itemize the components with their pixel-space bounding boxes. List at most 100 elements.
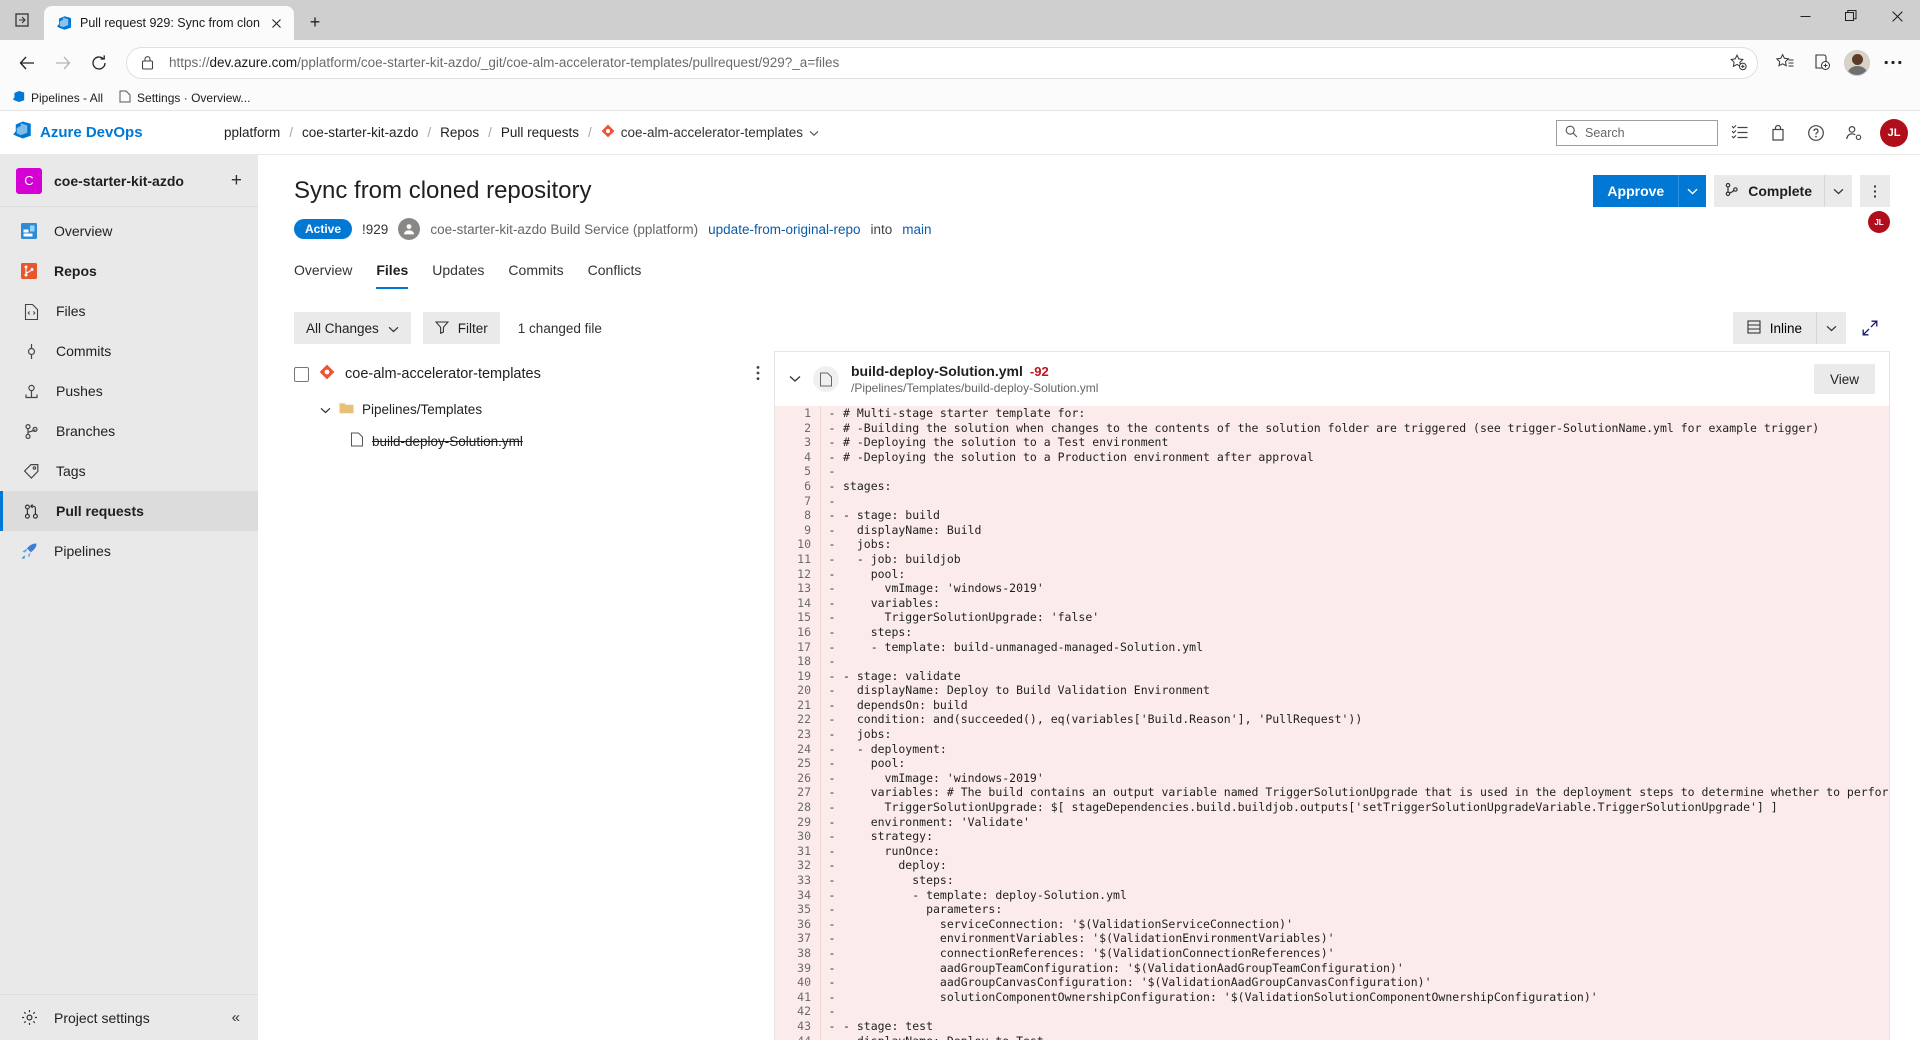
approve-chevron-down-icon[interactable]: [1678, 175, 1706, 207]
marketplace-bag-icon[interactable]: [1762, 117, 1794, 149]
file-tree-more-icon[interactable]: [756, 365, 774, 384]
add-new-icon[interactable]: +: [231, 170, 242, 192]
sidebar-item-overview[interactable]: Overview: [0, 211, 258, 251]
diff-line-marker: -: [821, 756, 843, 771]
diff-line-marker: -: [821, 888, 843, 903]
bookmark-settings-overview[interactable]: Settings · Overview...: [119, 90, 250, 106]
view-mode-selector[interactable]: Inline: [1733, 312, 1846, 344]
diff-line-code: environmentVariables: '$(ValidationEnvir…: [843, 931, 1889, 946]
user-settings-icon[interactable]: [1838, 117, 1870, 149]
diff-file-info: build-deploy-Solution.yml -92 /Pipelines…: [851, 363, 1098, 395]
filter-button[interactable]: Filter: [423, 312, 500, 344]
diff-line-marker: -: [821, 435, 843, 450]
boards-list-icon[interactable]: [1724, 117, 1756, 149]
new-tab-button[interactable]: +: [300, 7, 330, 37]
diff-line-marker: -: [821, 494, 843, 509]
reviewer-avatar[interactable]: JL: [1868, 211, 1890, 233]
project-avatar: C: [16, 168, 42, 194]
source-branch-link[interactable]: update-from-original-repo: [708, 222, 860, 237]
chevron-down-icon[interactable]: [320, 402, 331, 417]
file-tree-folder-label: Pipelines/Templates: [362, 402, 482, 417]
sidebar-item-branches[interactable]: Branches: [0, 411, 258, 451]
collapse-sidebar-icon[interactable]: «: [232, 1009, 240, 1026]
address-bar[interactable]: https://dev.azure.com/pplatform/coe-star…: [126, 47, 1758, 79]
sidebar-item-pushes[interactable]: Pushes: [0, 371, 258, 411]
help-question-icon[interactable]: [1800, 117, 1832, 149]
changed-file-count: 1 changed file: [518, 321, 602, 336]
tab-overview[interactable]: Overview: [294, 262, 352, 289]
diff-line-marker: -: [821, 1019, 843, 1034]
diff-line-marker: -: [821, 771, 843, 786]
sidebar-item-commits[interactable]: Commits: [0, 331, 258, 371]
add-favorite-icon[interactable]: [1725, 54, 1751, 71]
bookmark-pipelines-all[interactable]: Pipelines - All: [12, 90, 103, 106]
chevron-down-icon[interactable]: [809, 125, 819, 140]
diff-line: 30- strategy:: [775, 829, 1889, 844]
diff-line: 9- displayName: Build: [775, 523, 1889, 538]
diff-line: 44- displayName: Deploy to Test: [775, 1034, 1889, 1040]
sidebar-item-files[interactable]: Files: [0, 291, 258, 331]
diff-line-number: 44: [775, 1034, 821, 1040]
project-selector[interactable]: C coe-starter-kit-azdo +: [0, 155, 258, 207]
window-maximize-button[interactable]: [1828, 0, 1874, 32]
tab-updates[interactable]: Updates: [432, 262, 484, 289]
diff-line-number: 13: [775, 581, 821, 596]
breadcrumb-repository[interactable]: coe-alm-accelerator-templates: [601, 124, 819, 141]
forward-button[interactable]: [46, 46, 80, 80]
collections-icon[interactable]: [1804, 46, 1838, 80]
tab-conflicts[interactable]: Conflicts: [588, 262, 642, 289]
diff-code-area[interactable]: 1-# Multi-stage starter template for:2-#…: [775, 406, 1889, 1040]
favorites-icon[interactable]: [1768, 46, 1802, 80]
window-minimize-button[interactable]: [1782, 0, 1828, 32]
user-avatar[interactable]: JL: [1880, 119, 1908, 147]
complete-chevron-down-icon[interactable]: [1824, 175, 1852, 207]
target-branch-link[interactable]: main: [902, 222, 931, 237]
diff-line-code: variables: # The build contains an outpu…: [843, 785, 1889, 800]
project-settings-label[interactable]: Project settings: [54, 1010, 150, 1026]
back-button[interactable]: [10, 46, 44, 80]
tab-files[interactable]: Files: [376, 262, 408, 289]
file-tree-root[interactable]: coe-alm-accelerator-templates: [294, 359, 774, 389]
diff-line-number: 4: [775, 450, 821, 465]
sidebar-item-pipelines[interactable]: Pipelines: [0, 531, 258, 571]
tab-search-icon[interactable]: [0, 0, 44, 40]
search-input[interactable]: Search: [1556, 120, 1718, 146]
breadcrumb-repos[interactable]: Repos: [440, 125, 479, 140]
project-name: coe-starter-kit-azdo: [54, 173, 219, 189]
bookmark-label: Settings · Overview...: [137, 91, 250, 105]
diff-deletions-count: -92: [1030, 364, 1049, 379]
diff-line-marker: -: [821, 917, 843, 932]
sidebar-item-repos[interactable]: Repos: [0, 251, 258, 291]
approve-button[interactable]: Approve: [1593, 175, 1706, 207]
browser-settings-more-icon[interactable]: [1876, 46, 1910, 80]
browser-profile-avatar[interactable]: [1840, 46, 1874, 80]
diff-line-marker: -: [821, 990, 843, 1005]
complete-button[interactable]: Complete: [1714, 175, 1852, 207]
sidebar-item-pull-requests[interactable]: Pull requests: [0, 491, 258, 531]
azure-devops-logo[interactable]: Azure DevOps: [12, 120, 224, 145]
collapse-diff-chevron-down-icon[interactable]: [789, 372, 801, 386]
breadcrumb-pull-requests[interactable]: Pull requests: [501, 125, 579, 140]
browser-tab[interactable]: Pull request 929: Sync from clon: [44, 6, 294, 40]
breadcrumb-organization[interactable]: pplatform: [224, 125, 280, 140]
all-changes-dropdown[interactable]: All Changes: [294, 312, 411, 344]
diff-line-number: 34: [775, 888, 821, 903]
view-mode-chevron-down-icon[interactable]: [1816, 312, 1846, 344]
file-tree-item[interactable]: build-deploy-Solution.yml: [294, 427, 774, 455]
inline-view-icon: [1747, 320, 1761, 337]
diff-line-code: runOnce:: [843, 844, 1889, 859]
view-button[interactable]: View: [1814, 364, 1875, 394]
window-close-button[interactable]: [1874, 0, 1920, 32]
tab-commits[interactable]: Commits: [508, 262, 563, 289]
expand-diagonal-icon[interactable]: [1856, 319, 1884, 337]
tab-close-icon[interactable]: [268, 14, 286, 32]
breadcrumb-project[interactable]: coe-starter-kit-azdo: [302, 125, 418, 140]
sidebar-item-tags[interactable]: Tags: [0, 451, 258, 491]
reload-button[interactable]: [82, 46, 116, 80]
more-actions-button[interactable]: ⋮: [1860, 175, 1890, 207]
select-all-checkbox[interactable]: [294, 367, 309, 382]
diff-line-code: pool:: [843, 567, 1889, 582]
file-tree-folder[interactable]: Pipelines/Templates: [294, 395, 774, 423]
diff-line-code: steps:: [843, 873, 1889, 888]
diff-line-code: parameters:: [843, 902, 1889, 917]
